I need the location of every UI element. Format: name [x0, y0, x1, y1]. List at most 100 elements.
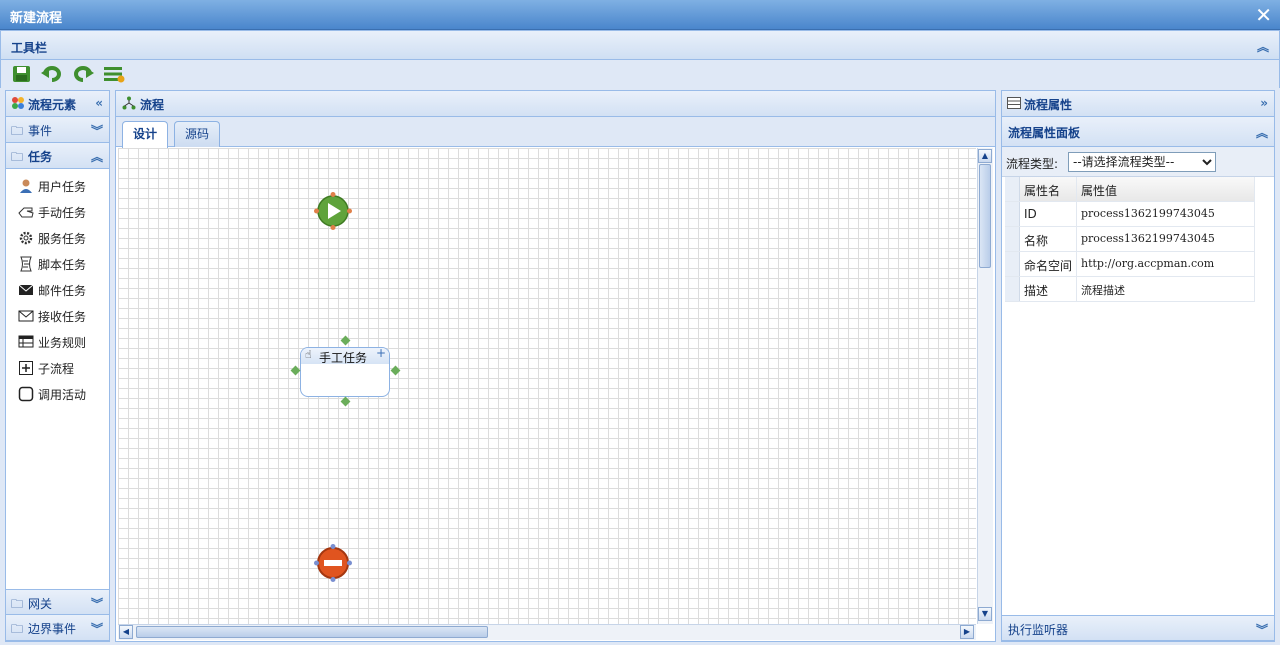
listener-panel-header[interactable]: 执行监听器 ︾	[1002, 615, 1274, 641]
task-item-mail[interactable]: 邮件任务	[16, 279, 108, 301]
window-title: 新建流程	[10, 11, 63, 26]
expand-down-icon[interactable]: ︾	[1256, 621, 1268, 638]
row-marker	[1005, 252, 1020, 276]
redo-icon[interactable]	[72, 65, 94, 83]
start-event-node[interactable]	[314, 192, 352, 230]
process-tree-icon	[122, 96, 136, 110]
properties-subpanel-title: 流程属性面板	[1008, 126, 1081, 140]
connector-handle[interactable]	[290, 365, 301, 376]
scroll-down-icon[interactable]: ▼	[978, 607, 992, 621]
collapse-up-icon[interactable]: ︽	[1257, 38, 1269, 55]
row-marker	[1005, 177, 1020, 201]
mail-icon	[18, 284, 34, 295]
horizontal-scrollbar[interactable]: ◀ ▶	[118, 624, 976, 640]
task-item-service[interactable]: 服务任务	[16, 227, 108, 249]
properties-icon	[1007, 97, 1021, 109]
property-name: 描述	[1020, 277, 1077, 301]
expand-down-icon[interactable]: ︾	[91, 122, 103, 139]
property-value[interactable]: process1362199743045	[1077, 227, 1255, 251]
task-item-script[interactable]: 脚本任务	[16, 253, 108, 275]
gear-icon	[19, 231, 33, 245]
window-titlebar: 新建流程 ✕	[0, 0, 1280, 30]
expand-plus-icon[interactable]: +	[376, 346, 386, 360]
column-header-name[interactable]: 属性名	[1020, 177, 1077, 201]
vertical-scroll-thumb[interactable]	[979, 164, 991, 268]
property-grid: 属性名 属性值 ID process1362199743045 名称 proce…	[1005, 177, 1255, 302]
task-item-label: 用户任务	[38, 180, 87, 194]
collapse-right-icon[interactable]: »	[1260, 96, 1268, 110]
task-item-call-activity[interactable]: 调用活动	[16, 383, 108, 405]
undo-icon[interactable]	[41, 65, 63, 83]
scroll-left-icon[interactable]: ◀	[119, 625, 133, 639]
design-canvas[interactable]: ☝ 手工任务 +	[118, 148, 976, 624]
property-row[interactable]: ID process1362199743045	[1005, 202, 1255, 227]
elements-icon	[12, 97, 24, 109]
manual-task-node[interactable]: ☝ 手工任务 +	[300, 346, 390, 397]
property-value[interactable]: process1362199743045	[1077, 202, 1255, 226]
script-icon	[20, 256, 32, 272]
property-value[interactable]: http://org.accpman.com	[1077, 252, 1255, 276]
process-type-label: 流程类型:	[1006, 157, 1059, 171]
expand-down-icon[interactable]: ︾	[91, 620, 103, 637]
elements-panel-title: 流程元素	[28, 98, 77, 112]
table-icon	[18, 335, 34, 348]
task-item-subprocess[interactable]: 子流程	[16, 357, 108, 379]
task-item-label: 脚本任务	[38, 258, 87, 272]
scroll-up-icon[interactable]: ▲	[978, 149, 992, 163]
end-event-node[interactable]	[314, 544, 352, 582]
editor-tabs: 设计 源码	[116, 117, 995, 148]
horizontal-scroll-thumb[interactable]	[136, 626, 488, 638]
envelope-icon	[18, 310, 34, 322]
elements-panel: 流程元素 « 🗀 事件 ︾ 🗀 任务 ︽ 用户任务 手动任务 服务任务 脚本任务…	[5, 90, 110, 642]
folder-icon: 🗀	[11, 622, 24, 636]
connector-handle[interactable]	[340, 396, 351, 407]
connector-handle[interactable]	[340, 335, 351, 346]
property-row[interactable]: 命名空间 http://org.accpman.com	[1005, 252, 1255, 277]
process-type-select[interactable]: --请选择流程类型--	[1068, 152, 1216, 172]
hand-icon	[18, 207, 34, 218]
task-item-business-rule[interactable]: 业务规则	[16, 331, 108, 353]
toolbar-title: 工具栏	[11, 41, 48, 55]
collapse-up-icon[interactable]: ︽	[1256, 124, 1268, 141]
folder-icon: 🗀	[11, 150, 24, 164]
group-events[interactable]: 🗀 事件 ︾	[6, 117, 109, 143]
save-icon[interactable]	[11, 65, 33, 83]
group-events-label: 事件	[28, 124, 53, 138]
group-tasks-label: 任务	[28, 150, 53, 164]
group-gateways-label: 网关	[28, 597, 53, 611]
folder-icon: 🗀	[11, 124, 24, 138]
row-marker	[1005, 227, 1020, 251]
toolbar	[0, 60, 1280, 88]
group-gateways[interactable]: 🗀 网关 ︾	[6, 589, 109, 615]
process-panel-header: 流程	[116, 91, 995, 117]
vertical-scrollbar[interactable]: ▲ ▼	[977, 148, 993, 624]
process-panel-title: 流程	[140, 98, 165, 112]
task-item-manual[interactable]: 手动任务	[16, 201, 108, 223]
property-name: 命名空间	[1020, 252, 1077, 276]
task-item-label: 业务规则	[38, 336, 87, 350]
collapse-up-icon[interactable]: ︽	[91, 148, 103, 165]
folder-icon: 🗀	[11, 597, 24, 611]
group-boundary-events[interactable]: 🗀 边界事件 ︾	[6, 615, 109, 641]
task-item-user[interactable]: 用户任务	[16, 175, 108, 197]
tab-design[interactable]: 设计	[122, 121, 169, 148]
property-row[interactable]: 名称 process1362199743045	[1005, 227, 1255, 252]
properties-panel: 流程属性 » 流程属性面板 ︽ 流程类型: --请选择流程类型-- 属性名 属性…	[1001, 90, 1275, 642]
column-header-value[interactable]: 属性值	[1077, 177, 1255, 201]
scroll-right-icon[interactable]: ▶	[960, 625, 974, 639]
box-icon	[18, 386, 34, 402]
connector-handle[interactable]	[390, 365, 401, 376]
property-row[interactable]: 描述 流程描述	[1005, 277, 1255, 302]
task-item-label: 子流程	[38, 362, 75, 376]
property-value[interactable]: 流程描述	[1077, 277, 1255, 301]
collapse-left-icon[interactable]: «	[95, 96, 103, 110]
tab-source[interactable]: 源码	[174, 121, 221, 147]
properties-panel-header: 流程属性 »	[1002, 91, 1274, 117]
list-icon[interactable]	[103, 65, 125, 83]
task-item-receive[interactable]: 接收任务	[16, 305, 108, 327]
row-marker	[1005, 277, 1020, 301]
task-item-label: 邮件任务	[38, 284, 87, 298]
expand-down-icon[interactable]: ︾	[91, 595, 103, 612]
close-icon[interactable]: ✕	[1255, 3, 1272, 27]
group-tasks[interactable]: 🗀 任务 ︽	[6, 143, 109, 169]
